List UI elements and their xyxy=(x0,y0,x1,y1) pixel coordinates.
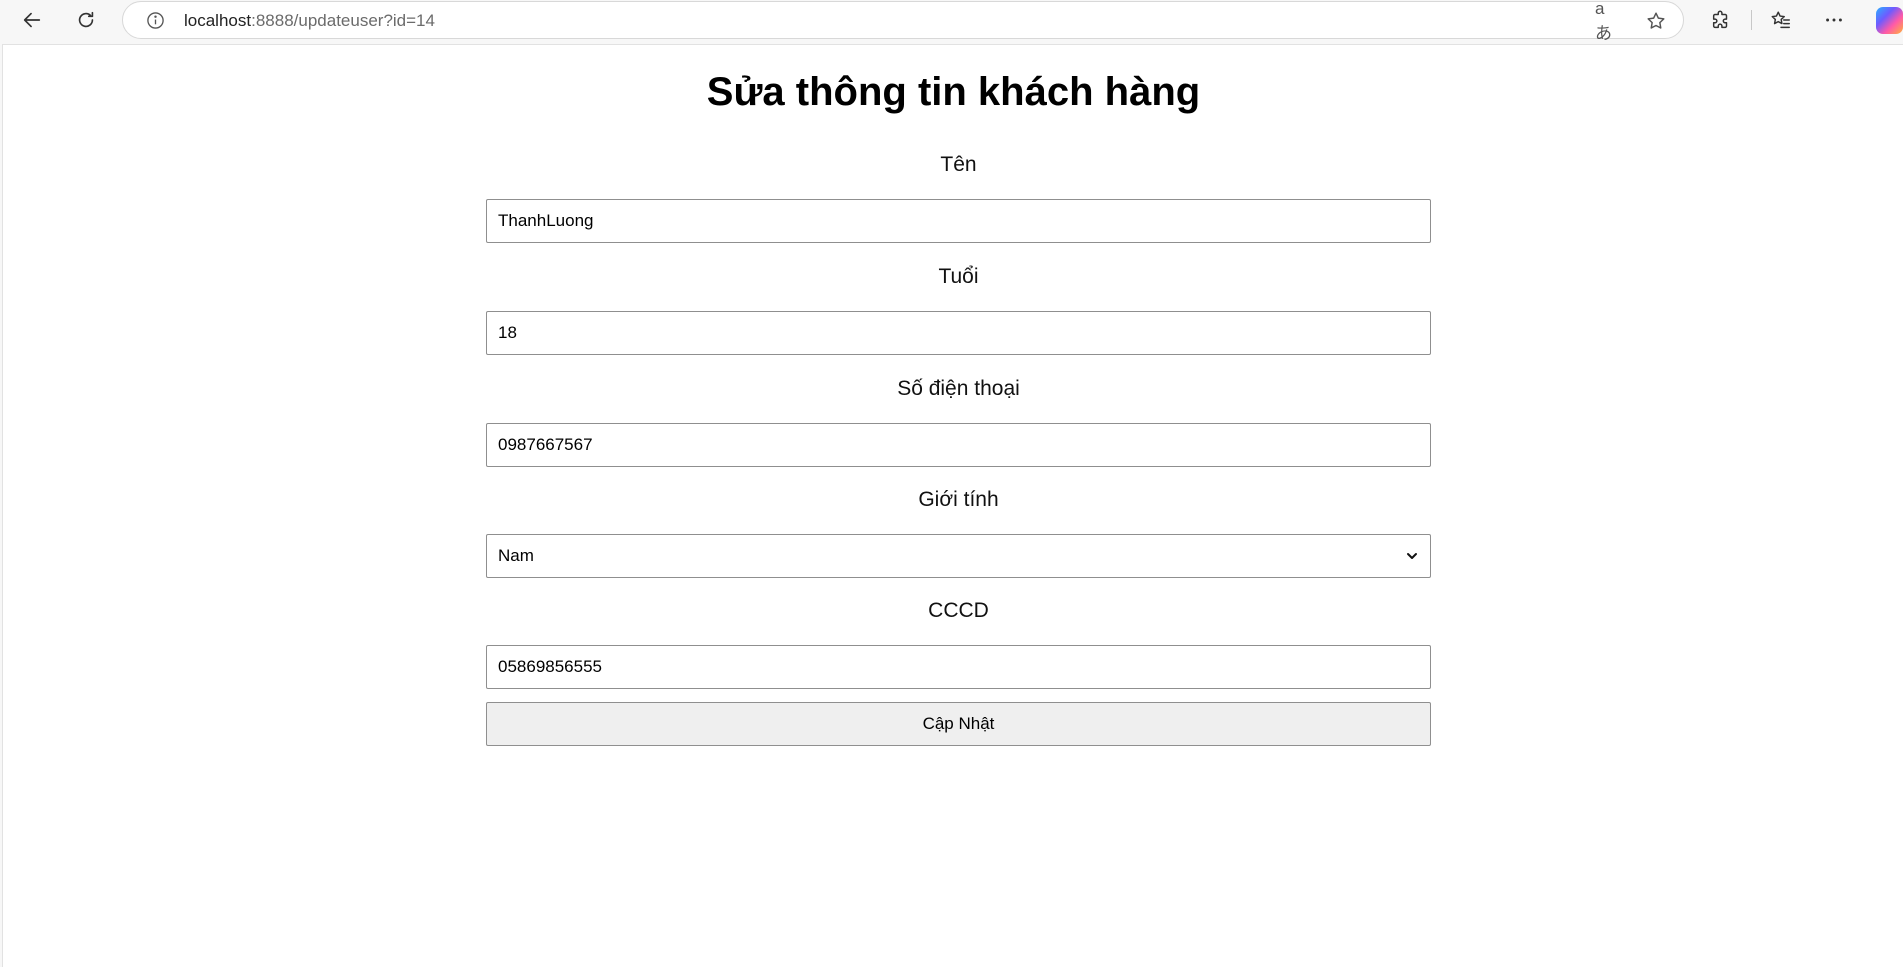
update-button[interactable]: Cập Nhật xyxy=(486,702,1431,746)
name-label: Tên xyxy=(940,153,977,176)
url-text[interactable]: localhost:8888/updateuser?id=14 xyxy=(184,11,435,31)
name-input[interactable]: ThanhLuong xyxy=(486,199,1431,243)
page-viewport: Sửa thông tin khách hàng Tên ThanhLuong … xyxy=(2,44,1903,967)
gender-select-value: Nam xyxy=(498,546,534,565)
address-bar[interactable]: localhost:8888/updateuser?id=14 aあ xyxy=(122,0,1684,43)
cccd-label: CCCD xyxy=(928,599,989,622)
back-arrow-icon[interactable] xyxy=(14,2,50,38)
phone-label: Số điện thoại xyxy=(897,377,1020,400)
cccd-input[interactable]: 05869856555 xyxy=(486,645,1431,689)
cccd-input-value: 05869856555 xyxy=(498,657,603,676)
age-input-value: 18 xyxy=(498,323,517,342)
url-host: localhost xyxy=(184,11,252,30)
translate-icon[interactable]: aあ xyxy=(1595,0,1619,43)
chevron-down-icon xyxy=(1407,553,1417,559)
more-icon[interactable] xyxy=(1816,2,1852,38)
gender-select[interactable]: Nam xyxy=(486,534,1431,578)
info-icon[interactable] xyxy=(145,10,165,30)
copilot-icon[interactable] xyxy=(1876,7,1903,34)
phone-input-value: 0987667567 xyxy=(498,435,593,454)
refresh-icon[interactable] xyxy=(68,2,104,38)
page-title: Sửa thông tin khách hàng xyxy=(706,70,1201,114)
favorites-icon[interactable] xyxy=(1763,2,1799,38)
url-path: :8888/updateuser?id=14 xyxy=(251,11,435,30)
star-icon[interactable] xyxy=(1644,9,1668,33)
phone-input[interactable]: 0987667567 xyxy=(486,423,1431,467)
toolbar-separator xyxy=(1751,10,1752,30)
name-input-value: ThanhLuong xyxy=(498,211,594,230)
translate-glyph: aあ xyxy=(1595,0,1612,43)
age-input[interactable]: 18 xyxy=(486,311,1431,355)
age-label: Tuổi xyxy=(938,265,979,288)
extensions-icon[interactable] xyxy=(1703,2,1739,38)
gender-label: Giới tính xyxy=(918,488,999,511)
browser-toolbar: localhost:8888/updateuser?id=14 aあ xyxy=(0,0,1903,44)
